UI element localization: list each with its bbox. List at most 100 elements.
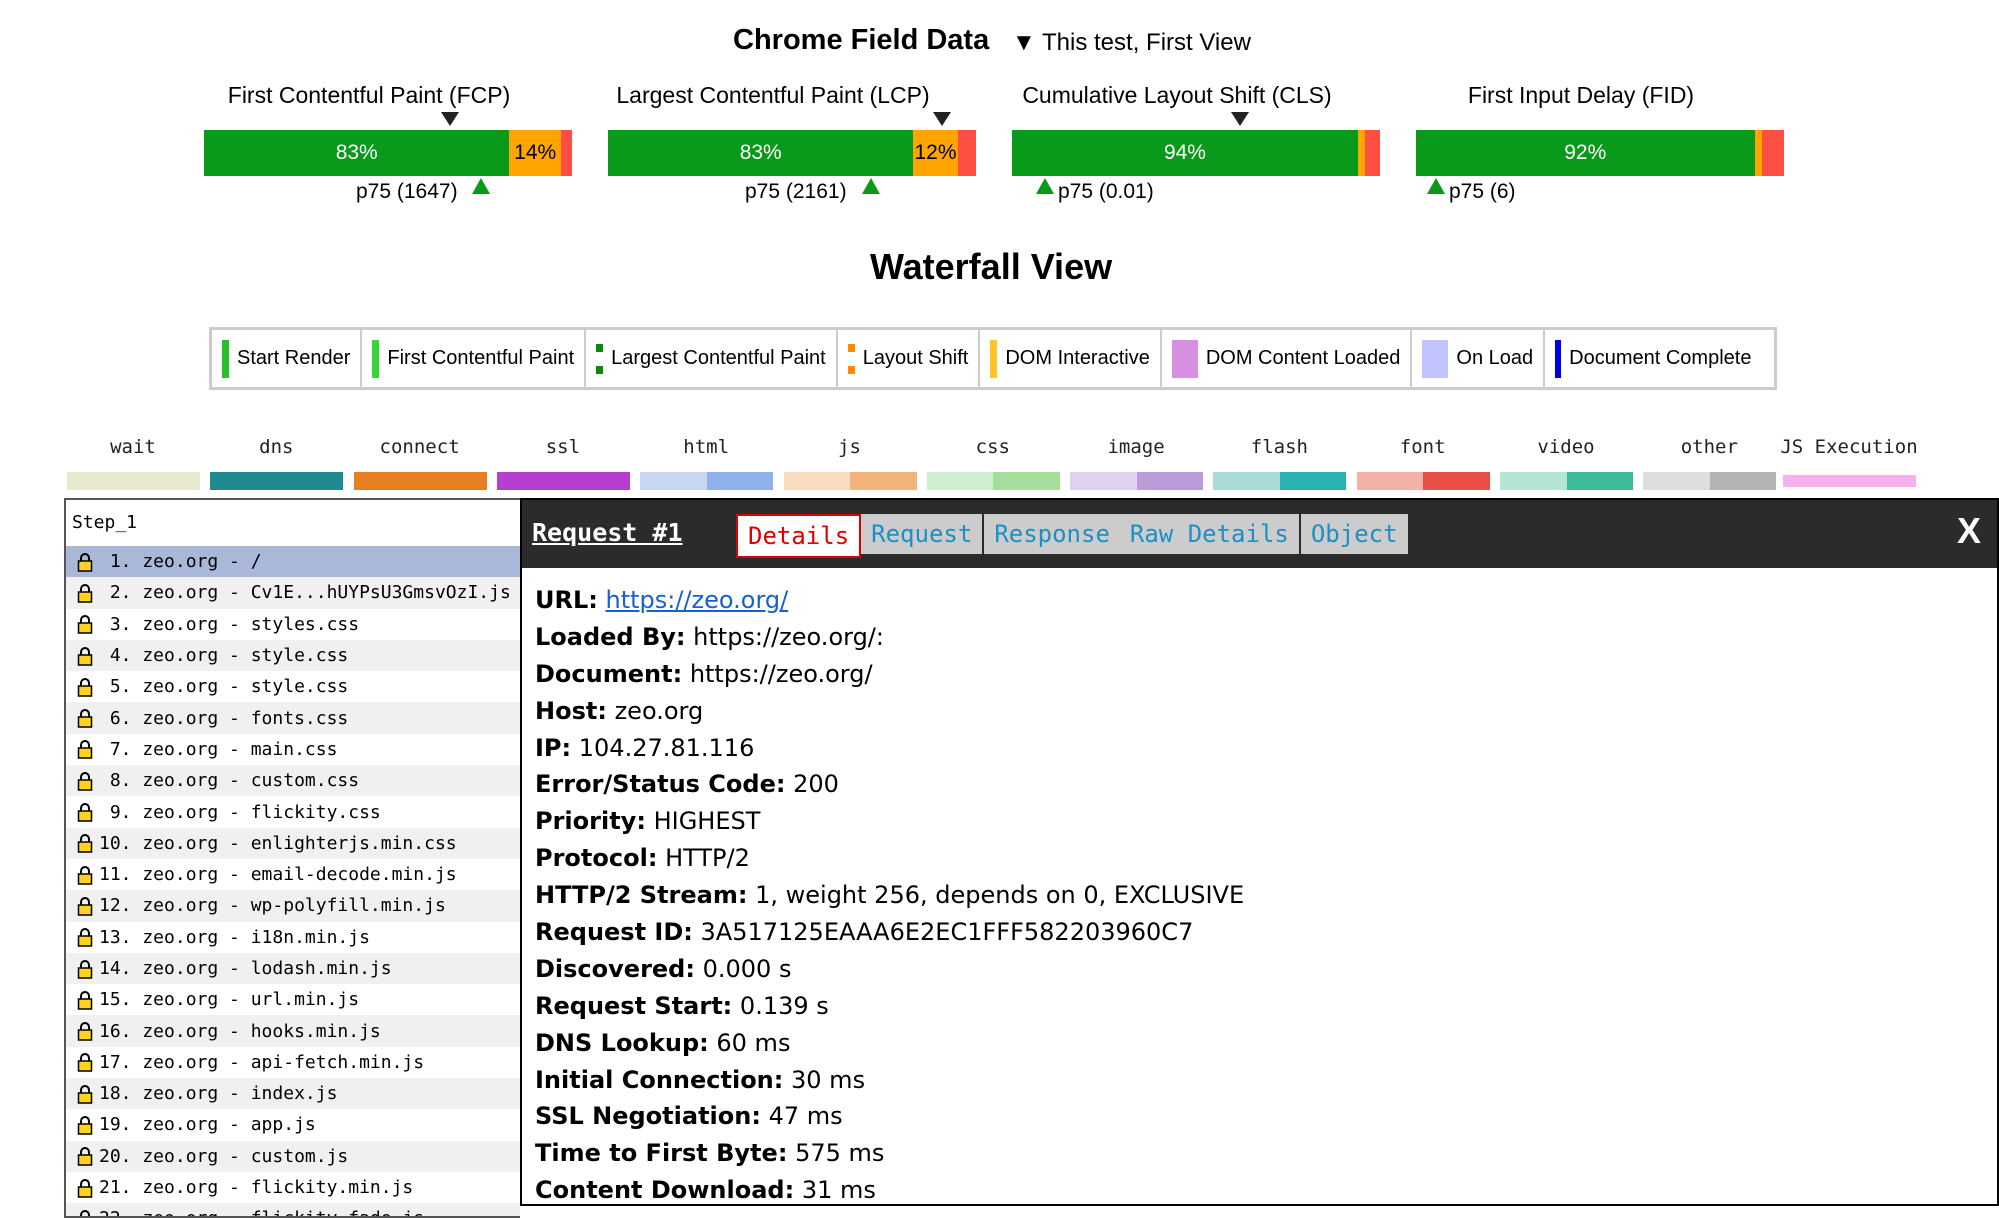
metric-bar: 92% <box>1416 130 1784 176</box>
type-swatch <box>1783 475 1916 487</box>
field-key: SSL Negotiation: <box>535 1102 761 1130</box>
field-link[interactable]: https://zeo.org/ <box>606 586 789 614</box>
tab-request[interactable]: Request <box>861 514 984 554</box>
request-row[interactable]: 20. zeo.org - custom.js <box>66 1141 520 1172</box>
request-row[interactable]: 15. zeo.org - url.min.js <box>66 984 520 1015</box>
arrow-up-icon <box>1036 178 1054 194</box>
type-color <box>993 472 1060 490</box>
tab-object[interactable]: Object <box>1301 514 1408 554</box>
lock-icon <box>77 865 93 885</box>
field-key: DNS Lookup: <box>535 1029 709 1057</box>
tab-details[interactable]: Details <box>736 514 861 558</box>
lock-icon <box>77 552 93 572</box>
type-swatch <box>1213 472 1346 490</box>
close-button[interactable]: X <box>1957 510 1981 552</box>
lock-icon <box>77 1021 93 1041</box>
request-row[interactable]: 17. zeo.org - api-fetch.min.js <box>66 1047 520 1078</box>
dropdown-triangle-icon: ▼ <box>1012 29 1036 56</box>
request-row[interactable]: 19. zeo.org - app.js <box>66 1109 520 1140</box>
legend-dot <box>596 344 603 352</box>
request-row[interactable]: 16. zeo.org - hooks.min.js <box>66 1015 520 1046</box>
request-row[interactable]: 11. zeo.org - email-decode.min.js <box>66 859 520 890</box>
request-row[interactable]: 18. zeo.org - index.js <box>66 1078 520 1109</box>
metric-bar: 83%12% <box>608 130 976 176</box>
request-label: 22. zeo.org - flickity-fade.js <box>99 1208 424 1218</box>
metric-label: First Contentful Paint (FCP) <box>228 82 510 109</box>
request-row[interactable]: 1. zeo.org - / <box>66 546 520 577</box>
request-label: 2. zeo.org - Cv1E...hUYPsU3GmsvOzI.js <box>99 582 511 603</box>
field-value: 575 ms <box>795 1139 884 1167</box>
legend-swatch <box>1172 340 1198 378</box>
type-swatch <box>354 472 487 490</box>
arrow-down-icon <box>1231 112 1249 126</box>
detail-field: SSL Negotiation: 47 ms <box>535 1098 1997 1135</box>
detail-field: Error/Status Code: 200 <box>535 766 1997 803</box>
field-key: Content Download: <box>535 1176 794 1204</box>
arrow-up-icon <box>862 178 880 194</box>
request-row[interactable]: 9. zeo.org - flickity.css <box>66 796 520 827</box>
detail-field: Discovered: 0.000 s <box>535 951 1997 988</box>
lock-icon <box>77 927 93 947</box>
request-row[interactable]: 7. zeo.org - main.css <box>66 734 520 765</box>
request-row[interactable]: 10. zeo.org - enlighterjs.min.css <box>66 828 520 859</box>
request-label: 13. zeo.org - i18n.min.js <box>99 927 370 948</box>
field-value: HTTP/2 <box>665 844 750 872</box>
tab-raw-details[interactable]: Raw Details <box>1120 514 1301 554</box>
type-label: font <box>1400 436 1446 458</box>
request-row[interactable]: 21. zeo.org - flickity.min.js <box>66 1172 520 1203</box>
detail-field: URL: https://zeo.org/ <box>535 582 1997 619</box>
waterfall-title: Waterfall View <box>870 246 1112 288</box>
request-row[interactable]: 6. zeo.org - fonts.css <box>66 702 520 733</box>
field-key: URL: <box>535 586 598 614</box>
legend-marker-icon <box>848 344 855 374</box>
lock-icon <box>77 1115 93 1135</box>
request-row[interactable]: 8. zeo.org - custom.css <box>66 765 520 796</box>
type-label: flash <box>1251 436 1308 458</box>
legend-item: Layout Shift <box>838 330 981 387</box>
lock-icon <box>77 583 93 603</box>
field-value: 1, weight 256, depends on 0, EXCLUSIVE <box>755 881 1244 909</box>
type-swatch <box>1500 472 1633 490</box>
detail-field: Loaded By: https://zeo.org/: <box>535 619 1997 656</box>
details-tabs: DetailsRequestResponseRaw DetailsObject <box>736 514 1408 558</box>
legend-item: DOM Content Loaded <box>1162 330 1413 387</box>
arrow-down-icon <box>933 112 951 126</box>
request-row[interactable]: 4. zeo.org - style.css <box>66 640 520 671</box>
request-label: 4. zeo.org - style.css <box>99 645 348 666</box>
type-label: video <box>1537 436 1594 458</box>
type-color <box>210 472 343 490</box>
request-row[interactable]: 3. zeo.org - styles.css <box>66 609 520 640</box>
waterfall-legend: Start RenderFirst Contentful PaintLarges… <box>209 327 1777 390</box>
legend-item: Start Render <box>212 330 362 387</box>
lock-icon <box>77 739 93 759</box>
lock-icon <box>77 1084 93 1104</box>
legend-item: Document Complete <box>1545 330 1761 387</box>
type-label: JS Execution <box>1780 436 1917 458</box>
legend-swatch <box>990 340 997 378</box>
request-row[interactable]: 14. zeo.org - lodash.min.js <box>66 953 520 984</box>
type-color <box>1280 472 1347 490</box>
request-row[interactable]: 13. zeo.org - i18n.min.js <box>66 922 520 953</box>
view-select[interactable]: ▼ This test, First View <box>1012 29 1251 57</box>
type-color <box>707 472 774 490</box>
request-row[interactable]: 5. zeo.org - style.css <box>66 671 520 702</box>
tab-response[interactable]: Response <box>984 514 1120 554</box>
lock-icon <box>77 990 93 1010</box>
detail-field: HTTP/2 Stream: 1, weight 256, depends on… <box>535 877 1997 914</box>
legend-label: On Load <box>1456 347 1533 370</box>
legend-swatch <box>372 340 379 378</box>
type-label: other <box>1681 436 1738 458</box>
needs-improvement-segment <box>1755 130 1762 176</box>
detail-field: Content Download: 31 ms <box>535 1172 1997 1206</box>
type-color <box>850 472 917 490</box>
poor-segment <box>958 130 976 176</box>
type-color <box>1567 472 1634 490</box>
request-row[interactable]: 2. zeo.org - Cv1E...hUYPsU3GmsvOzI.js <box>66 577 520 608</box>
request-row[interactable]: 22. zeo.org - flickity-fade.js <box>66 1203 520 1218</box>
type-swatch <box>210 472 343 490</box>
type-color <box>1710 472 1777 490</box>
request-row[interactable]: 12. zeo.org - wp-polyfill.min.js <box>66 890 520 921</box>
field-key: Discovered: <box>535 955 695 983</box>
field-key: HTTP/2 Stream: <box>535 881 747 909</box>
field-key: IP: <box>535 734 571 762</box>
